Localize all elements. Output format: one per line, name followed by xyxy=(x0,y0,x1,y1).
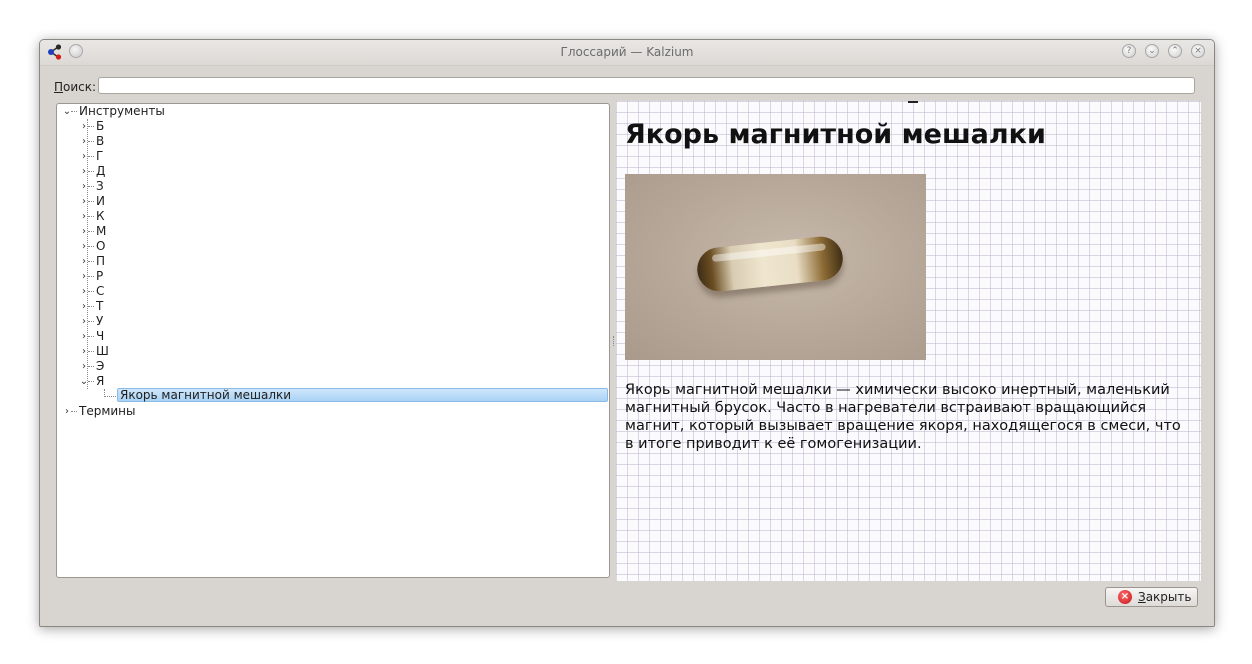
tree-item-label: Э xyxy=(96,359,105,373)
tree-item-letter[interactable]: › С xyxy=(57,284,609,299)
tree-item-letter[interactable]: › Ч xyxy=(57,329,609,344)
title-bar[interactable]: Глоссарий — Kalzium ? ⌄ ⌃ × xyxy=(40,40,1214,66)
help-button[interactable]: ? xyxy=(1122,44,1136,58)
tree-item-letter[interactable]: › И xyxy=(57,194,609,209)
tree-item-selected[interactable]: Якорь магнитной мешалки xyxy=(117,388,608,402)
search-label: Поиск: xyxy=(54,80,96,94)
tree-item-label: М xyxy=(96,224,107,238)
tree-item-label: Д xyxy=(96,164,106,178)
tree-item-letter[interactable]: › В xyxy=(57,134,609,149)
tree-item-label: Ч xyxy=(96,329,105,343)
view-marker xyxy=(908,101,918,103)
tree-item-letter[interactable]: › О xyxy=(57,239,609,254)
entry-description: Якорь магнитной мешалки — химически высо… xyxy=(625,382,1181,452)
tree-item-letter[interactable]: › У xyxy=(57,314,609,329)
tree-item-label: Термины xyxy=(79,404,136,418)
entry-title: Якорь магнитной мешалки xyxy=(625,119,1046,150)
close-label-accel: З xyxy=(1138,590,1146,604)
tree-item-label: И xyxy=(96,194,105,208)
close-label-text: акрыть xyxy=(1145,590,1192,604)
tree-item-label: У xyxy=(96,314,104,328)
minimize-button[interactable]: ⌄ xyxy=(1145,44,1159,58)
tree-item-label: Ш xyxy=(96,344,109,358)
tree-item-label: О xyxy=(96,239,106,253)
tree-item-letter[interactable]: › Э xyxy=(57,359,609,374)
tree-item-label: Г xyxy=(96,149,104,163)
tree-item-letter[interactable]: › Т xyxy=(57,299,609,314)
tree-item-letter[interactable]: › Д xyxy=(57,164,609,179)
tree-item-label: Р xyxy=(96,269,104,283)
stir-bar-photo xyxy=(625,174,926,360)
tree-item-letter[interactable]: ⌄ Я xyxy=(57,374,609,389)
close-button-label: Закрыть xyxy=(1138,590,1191,604)
tree-item-letter[interactable]: › П xyxy=(57,254,609,269)
tree-item-label: С xyxy=(96,284,105,298)
tree-item-letter[interactable]: › Г xyxy=(57,149,609,164)
search-label-accel: П xyxy=(54,80,64,94)
tree-item-label: К xyxy=(96,209,105,223)
tree-item-instruments[interactable]: ⌄ Инструменты xyxy=(57,104,609,119)
close-button[interactable]: × Закрыть xyxy=(1105,587,1198,607)
tree-item-letter[interactable]: › Б xyxy=(57,119,609,134)
tree-item-label: Т xyxy=(96,299,104,313)
window-title: Глоссарий — Kalzium xyxy=(560,45,694,59)
tree-item-letter[interactable]: › К xyxy=(57,209,609,224)
tree-item-letter[interactable]: › М xyxy=(57,224,609,239)
search-label-text: оиск: xyxy=(63,80,97,94)
maximize-button[interactable]: ⌃ xyxy=(1168,44,1182,58)
tree-item-letter[interactable]: › Р xyxy=(57,269,609,284)
close-window-button[interactable]: × xyxy=(1191,44,1205,58)
tree-item-label: Б xyxy=(96,119,105,133)
glossary-tree[interactable]: ⌄ Инструменты › Б › В › Г › Д › З › И › К › М › О › П › Р › С › Т… xyxy=(56,103,610,578)
search-input[interactable] xyxy=(98,77,1195,94)
tree-item-letter[interactable]: › Ш xyxy=(57,344,609,359)
tree-item-terms[interactable]: › Термины xyxy=(57,404,609,419)
tree-item-label: Инструменты xyxy=(79,104,165,118)
tree-item-letter[interactable]: › З xyxy=(57,179,609,194)
tree-item-label: Якорь магнитной мешалки xyxy=(120,388,292,402)
tree-item-label: В xyxy=(96,134,105,148)
glossary-window: Глоссарий — Kalzium ? ⌄ ⌃ × Поиск: ⌄ Инс… xyxy=(39,39,1215,627)
tree-item-label: П xyxy=(96,254,106,268)
glossary-entry-view: Якорь магнитной мешалки Якорь магнитной … xyxy=(616,101,1201,581)
tree-item-label: З xyxy=(96,179,104,193)
dialog-body: Поиск: ⌄ Инструменты › Б › В › Г › Д › З › И › К › М › О ›… xyxy=(40,66,1214,626)
tree-item-label: Я xyxy=(96,374,105,388)
close-icon: × xyxy=(1118,590,1132,604)
stir-bar-image xyxy=(695,234,845,294)
